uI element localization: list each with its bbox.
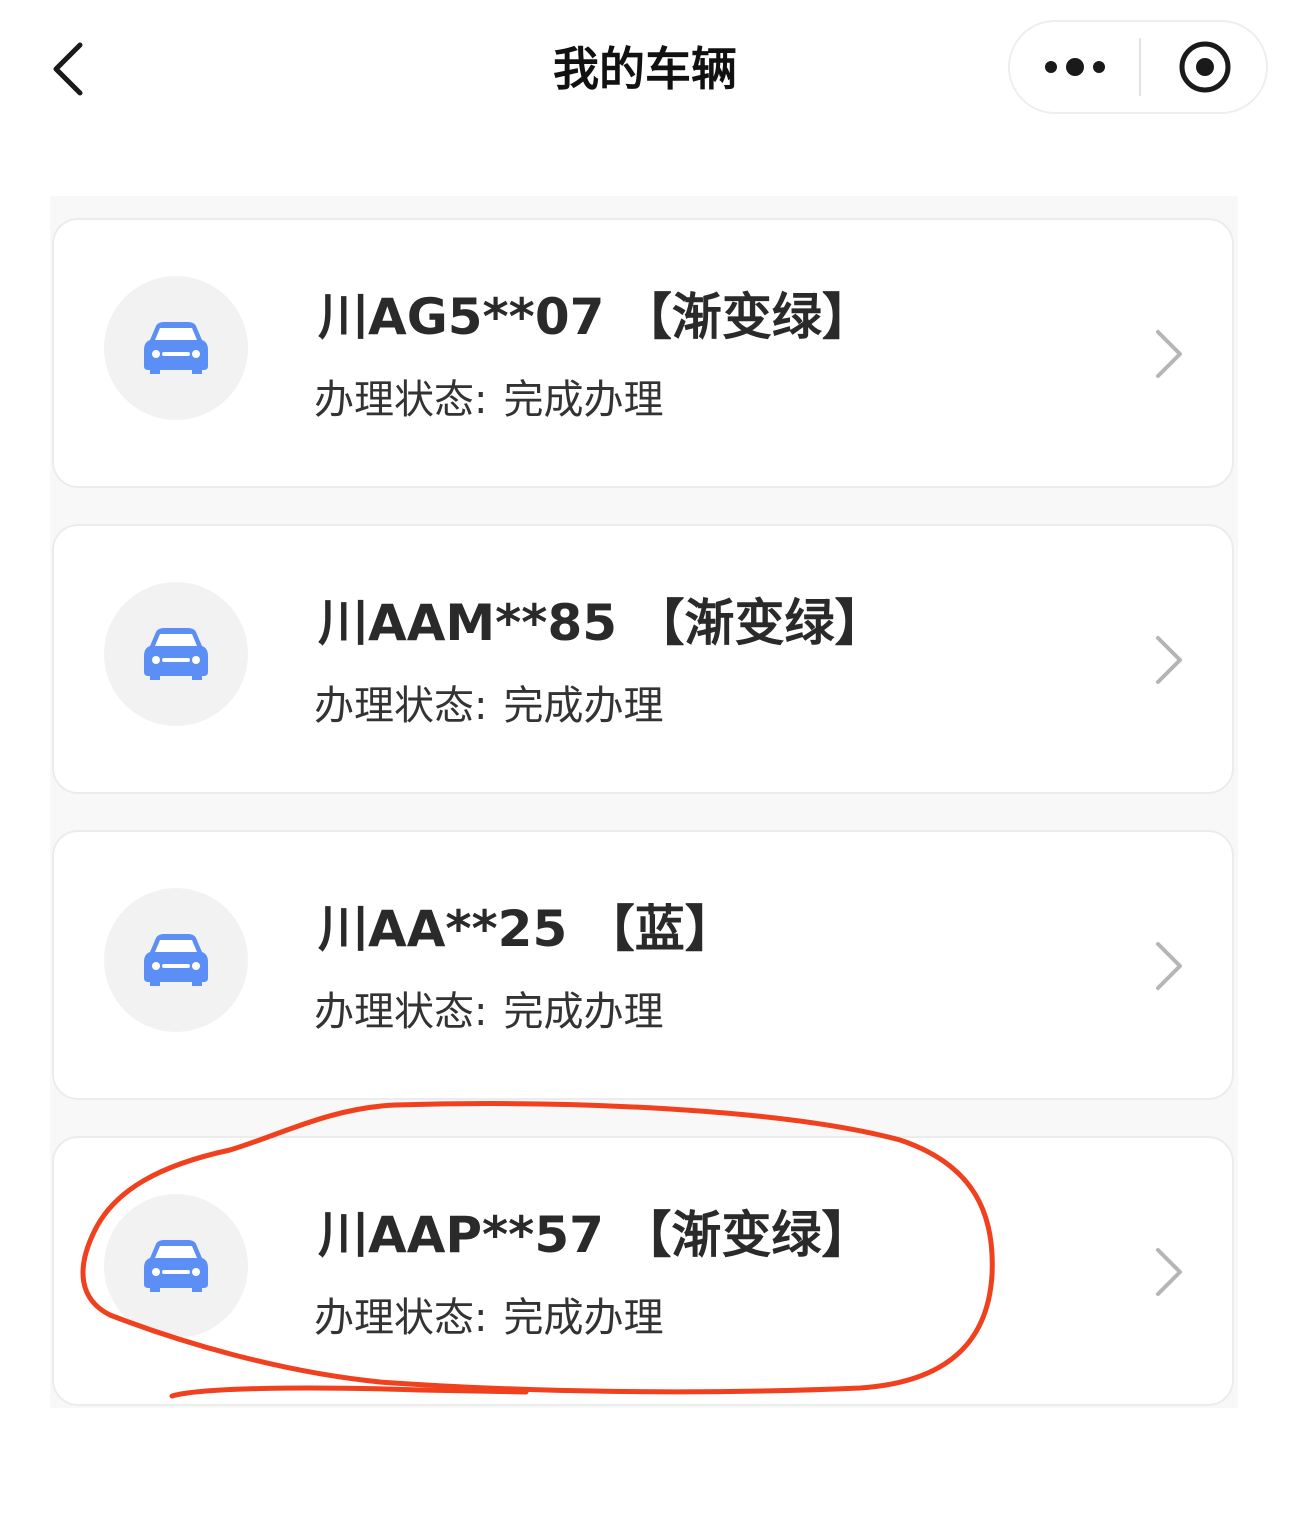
plate-title: 川AA**25 【蓝】 <box>318 894 735 964</box>
status-label: 办理状态: <box>314 683 488 729</box>
car-avatar <box>104 888 248 1032</box>
car-icon <box>144 1240 208 1292</box>
vehicle-card[interactable]: 川AG5**07 【渐变绿】 办理状态: 完成办理 <box>52 218 1234 488</box>
status-line: 办理状态: 完成办理 <box>314 1290 663 1346</box>
plate-number: 川AAM**85 <box>318 594 618 652</box>
status-label: 办理状态: <box>314 1295 488 1341</box>
chevron-right-icon <box>1148 324 1188 384</box>
mini-program-capsule <box>1008 20 1268 114</box>
more-button[interactable] <box>1010 22 1140 112</box>
close-button[interactable] <box>1141 22 1268 112</box>
plate-title: 川AAP**57 【渐变绿】 <box>318 1200 871 1270</box>
plate-color-tag: 【渐变绿】 <box>621 288 872 346</box>
vehicle-card[interactable]: 川AAP**57 【渐变绿】 办理状态: 完成办理 <box>52 1136 1234 1406</box>
chevron-right-icon <box>1148 1242 1188 1302</box>
plate-color-tag: 【蓝】 <box>584 900 735 958</box>
car-icon <box>144 628 208 680</box>
car-icon <box>144 934 208 986</box>
plate-title: 川AG5**07 【渐变绿】 <box>318 282 872 352</box>
car-avatar <box>104 276 248 420</box>
chevron-right-icon <box>1148 630 1188 690</box>
status-line: 办理状态: 完成办理 <box>314 372 663 428</box>
page: 我的车辆 川AG5**07 【渐变绿】 办理状态: 完成办理 川AAM**85 … <box>0 0 1290 1514</box>
plate-color-tag: 【渐变绿】 <box>634 594 885 652</box>
plate-number: 川AG5**07 <box>318 288 605 346</box>
plate-number: 川AAP**57 <box>318 1206 604 1264</box>
plate-color-tag: 【渐变绿】 <box>621 1206 872 1264</box>
plate-title: 川AAM**85 【渐变绿】 <box>318 588 884 658</box>
vehicle-card[interactable]: 川AA**25 【蓝】 办理状态: 完成办理 <box>52 830 1234 1100</box>
status-label: 办理状态: <box>314 377 488 423</box>
status-value: 完成办理 <box>503 1295 664 1341</box>
car-avatar <box>104 582 248 726</box>
chevron-right-icon <box>1148 936 1188 996</box>
status-value: 完成办理 <box>503 377 664 423</box>
status-value: 完成办理 <box>503 683 664 729</box>
more-dots-icon <box>1045 58 1105 76</box>
plate-number: 川AA**25 <box>318 900 568 958</box>
status-label: 办理状态: <box>314 989 488 1035</box>
car-icon <box>144 322 208 374</box>
car-avatar <box>104 1194 248 1338</box>
status-value: 完成办理 <box>503 989 664 1035</box>
navigation-bar: 我的车辆 <box>0 0 1290 140</box>
target-circle-icon <box>1179 41 1230 93</box>
status-line: 办理状态: 完成办理 <box>314 678 663 734</box>
status-line: 办理状态: 完成办理 <box>314 984 663 1040</box>
vehicle-card[interactable]: 川AAM**85 【渐变绿】 办理状态: 完成办理 <box>52 524 1234 794</box>
